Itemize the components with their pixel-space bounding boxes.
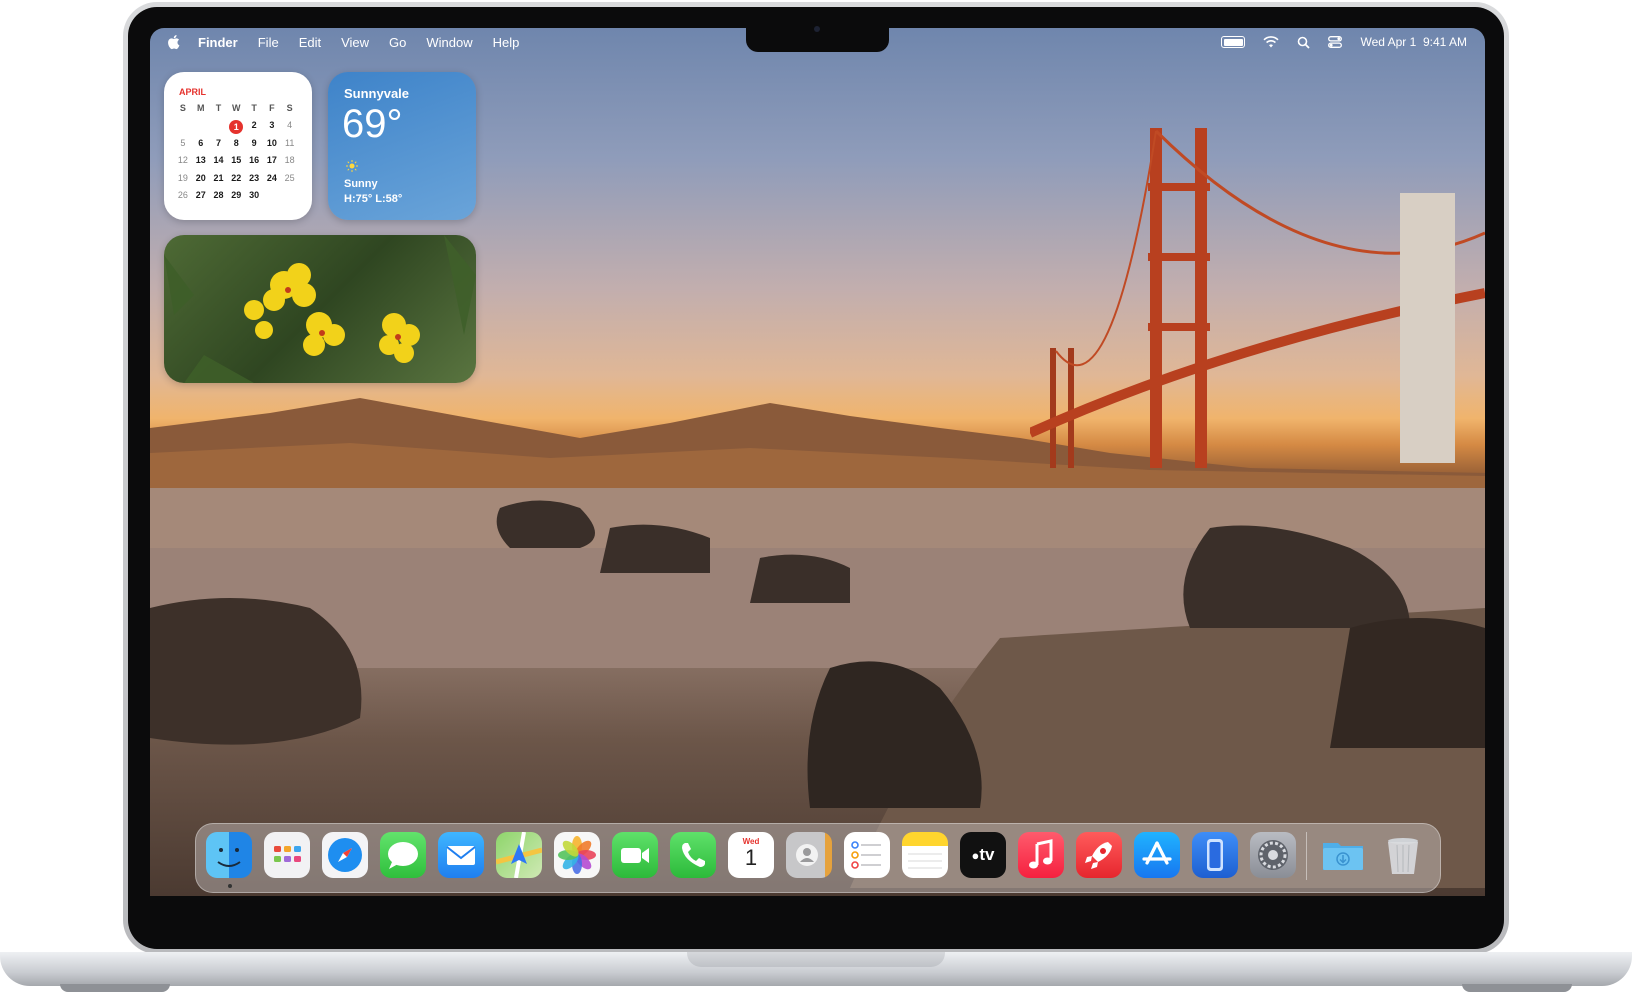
weekday-label: W [232,103,241,113]
calendar-widget[interactable]: APRIL S M T W T F S 1 2 3 4 5 6 7 8 9 10… [164,72,312,220]
calendar-app-icon[interactable]: Wed 1 [728,832,774,878]
dock-separator [1306,832,1307,880]
photos-icon[interactable] [554,832,600,878]
lid-opening-groove [687,952,945,967]
calendar-day: 28 [213,189,224,200]
calendar-day: 8 [233,137,239,148]
calendar-day [192,120,210,137]
wallpaper-golden-gate-bridge [1030,128,1485,468]
reminders-icon[interactable] [844,832,890,878]
iphone-mirroring-icon[interactable] [1192,832,1238,878]
app-store-icon[interactable] [1134,832,1180,878]
calendar-day: 13 [195,155,206,166]
calendar-icon-date: 1 [744,845,758,870]
calendar-day: 14 [213,155,224,166]
laptop-foot-left [60,984,170,992]
calendar-day: 24 [266,172,277,183]
calendar-day: 10 [266,137,277,148]
battery-icon[interactable] [1221,36,1246,48]
weekday-label: T [215,103,222,113]
mail-icon[interactable] [438,832,484,878]
weather-condition: Sunny [344,178,378,190]
menu-view[interactable]: View [341,35,369,50]
calendar-day: 25 [284,172,295,183]
launchpad-icon[interactable] [264,832,310,878]
weekday-label: T [251,103,257,113]
facetime-icon[interactable] [612,832,658,878]
menu-bar-left: Finder File Edit View Go Window Help [166,34,539,50]
weekday-label: S [286,103,293,113]
menu-help[interactable]: Help [493,35,520,50]
menu-bar: Finder File Edit View Go Window Help Wed… [150,28,1485,56]
rocket-app-icon[interactable] [1076,832,1122,878]
calendar-day: 29 [231,189,242,200]
weather-temperature: 69° [342,102,403,146]
calendar-day: 20 [195,172,206,183]
calendar-day: 19 [177,172,188,183]
calendar-month: APRIL [179,87,206,97]
safari-icon[interactable] [322,832,368,878]
calendar-day: 3 [269,120,275,131]
control-center-icon[interactable] [1328,36,1343,48]
menu-edit[interactable]: Edit [299,35,321,50]
calendar-day: 18 [284,155,295,166]
menu-bar-clock[interactable]: Wed Apr 1 9:41 AM [1360,35,1467,49]
calendar-day: 2 [251,120,257,131]
downloads-folder-icon[interactable] [1320,832,1366,878]
system-settings-icon[interactable] [1250,832,1296,878]
calendar-day [263,190,281,207]
weekday-label: F [269,103,275,113]
calendar-day: 30 [249,189,260,200]
calendar-day: 27 [195,189,206,200]
laptop-foot-right [1462,984,1572,992]
calendar-day: 4 [287,120,293,131]
calendar-day-today: 1 [227,120,245,137]
flower-photo [164,235,476,383]
calendar-day: 11 [285,137,295,148]
calendar-day: 6 [198,137,204,148]
calendar-day: 16 [249,155,260,166]
wifi-icon[interactable] [1263,36,1280,48]
music-icon[interactable] [1018,832,1064,878]
weather-widget[interactable]: Sunnyvale 69° Sunny H:75° L:58° [328,72,476,220]
weekday-label: M [196,103,205,113]
calendar-day: 7 [215,137,221,148]
phone-icon[interactable] [670,832,716,878]
notes-icon[interactable] [902,832,948,878]
calendar-grid: S M T W T F S 1 2 3 4 5 6 7 8 9 10 11 12… [174,103,299,207]
weekday-label: S [179,103,186,113]
menu-app-name[interactable]: Finder [198,35,238,50]
weather-high-low: H:75° L:58° [344,193,403,205]
calendar-day: 23 [249,172,260,183]
apple-tv-label: tv [979,845,995,864]
calendar-day [174,120,192,137]
apple-menu-icon[interactable] [166,34,180,50]
menu-window[interactable]: Window [426,35,472,50]
calendar-day: 15 [231,155,242,166]
menu-file[interactable]: File [258,35,279,50]
finder-icon[interactable] [206,832,252,878]
menu-bar-status-area: Wed Apr 1 9:41 AM [1221,28,1467,56]
sun-icon [346,160,358,172]
spotlight-search-icon[interactable] [1297,36,1311,49]
finder-running-indicator [228,884,232,888]
weather-city: Sunnyvale [344,86,410,101]
messages-icon[interactable] [380,832,426,878]
calendar-day: 26 [177,189,188,200]
calendar-day: 22 [231,172,242,183]
menu-go[interactable]: Go [389,35,406,50]
photos-widget[interactable] [164,235,476,383]
calendar-day [210,120,228,137]
today-marker: 1 [229,120,244,135]
calendar-day [281,190,299,207]
apple-tv-icon[interactable]: ●tv [960,832,1006,878]
calendar-day: 21 [213,172,224,183]
calendar-day: 5 [180,137,186,148]
maps-icon[interactable] [496,832,542,878]
trash-icon[interactable] [1380,832,1426,878]
contacts-icon[interactable] [786,832,832,878]
calendar-day: 9 [251,137,257,148]
calendar-day: 12 [177,155,188,166]
calendar-day: 17 [266,155,277,166]
